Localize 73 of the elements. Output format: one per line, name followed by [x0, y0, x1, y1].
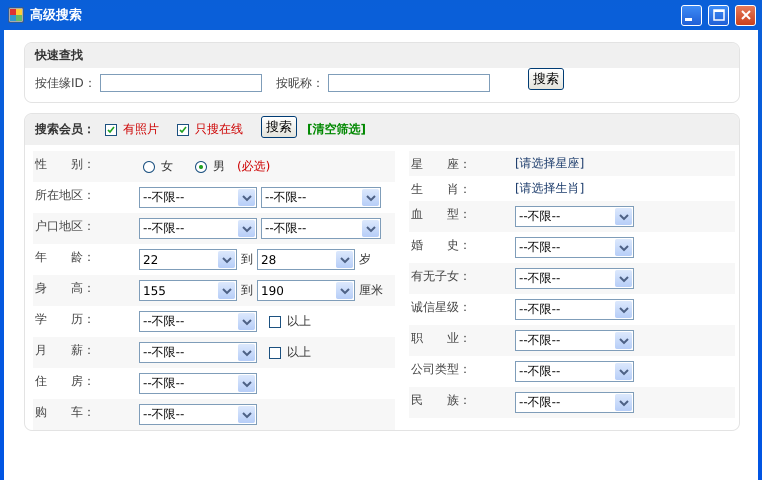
dropdown[interactable]: --不限-- — [515, 299, 634, 320]
field-label: 学 历： — [34, 311, 96, 328]
dropdown[interactable]: --不限-- — [139, 218, 257, 239]
dropdown[interactable]: --不限-- — [515, 361, 634, 382]
field-label: 性 别： — [34, 156, 96, 173]
nickname-field[interactable] — [328, 74, 490, 92]
maximize-button[interactable] — [708, 4, 729, 26]
field-label: 有无子女： — [410, 268, 472, 285]
field-label: 生 肖： — [410, 181, 472, 198]
checkbox-label: 以上 — [287, 344, 311, 361]
dropdown[interactable]: --不限-- — [261, 218, 381, 239]
field-label: 年 龄： — [34, 249, 96, 266]
checkbox-label: 只搜在线 — [195, 121, 243, 138]
field-label: 所在地区： — [34, 187, 96, 204]
field-label: 民 族： — [410, 392, 472, 409]
close-button[interactable] — [735, 4, 756, 26]
required-note: (必选) — [237, 158, 270, 175]
field-label: 住 房： — [34, 373, 96, 390]
search-button[interactable]: 搜索 — [528, 68, 564, 90]
window-title: 高级搜索 — [30, 6, 83, 24]
minimize-icon — [685, 18, 692, 20]
choose-link[interactable]: [请选择星座] — [515, 155, 584, 172]
field-label: 婚 史： — [410, 237, 472, 254]
dropdown[interactable]: --不限-- — [515, 392, 634, 413]
field-label: 月 薪： — [34, 342, 96, 359]
option-label: 女 — [161, 158, 173, 175]
clear-filters-link[interactable]: [清空筛选] — [307, 121, 366, 138]
checkbox[interactable] — [177, 124, 189, 136]
field-label: 公司类型： — [410, 361, 472, 378]
field-label: 星 座： — [410, 156, 472, 173]
dropdown[interactable]: --不限-- — [515, 206, 634, 227]
dropdown[interactable]: 190 — [257, 280, 355, 301]
checkbox-label: 有照片 — [123, 121, 159, 138]
range-separator: 到 — [241, 282, 253, 299]
dropdown[interactable]: 155 — [139, 280, 237, 301]
checkbox-label: 以上 — [287, 313, 311, 330]
dropdown[interactable]: --不限-- — [515, 268, 634, 289]
dropdown[interactable]: 28 — [257, 249, 355, 270]
field-label: 户口地区： — [34, 218, 96, 235]
checkbox[interactable] — [105, 124, 117, 136]
panel-title: 搜索会员： — [35, 121, 95, 138]
option-label: 男 — [213, 158, 225, 175]
dropdown[interactable]: 22 — [139, 249, 237, 270]
close-icon — [740, 9, 752, 21]
choose-link[interactable]: [请选择生肖] — [515, 180, 584, 197]
minimize-button[interactable] — [681, 4, 702, 26]
field-label: 身 高： — [34, 280, 96, 297]
field-label: 按佳缘ID： — [35, 74, 96, 92]
dropdown[interactable]: --不限-- — [139, 187, 257, 208]
search-button[interactable]: 搜索 — [261, 116, 297, 138]
checkbox[interactable] — [269, 316, 281, 328]
panel-title: 快速查找 — [35, 47, 83, 64]
app-icon — [8, 7, 24, 23]
dropdown[interactable]: --不限-- — [139, 404, 257, 425]
field-label: 诚信星级： — [410, 299, 472, 316]
range-separator: 到 — [241, 251, 253, 268]
maximize-icon — [712, 9, 724, 21]
dropdown[interactable]: --不限-- — [139, 311, 257, 332]
dropdown[interactable]: --不限-- — [139, 342, 257, 363]
field-label: 职 业： — [410, 330, 472, 347]
radio-button[interactable] — [143, 160, 155, 172]
radio-button[interactable] — [195, 160, 207, 172]
field-label: 购 车： — [34, 404, 96, 421]
field-label: 按昵称： — [276, 74, 324, 92]
field-label: 血 型： — [410, 206, 472, 223]
id-field[interactable] — [100, 74, 262, 92]
unit-label: 岁 — [359, 251, 371, 268]
unit-label: 厘米 — [359, 282, 383, 299]
checkbox[interactable] — [269, 346, 281, 358]
dropdown[interactable]: --不限-- — [261, 187, 381, 208]
dropdown[interactable]: --不限-- — [515, 237, 634, 258]
dropdown[interactable]: --不限-- — [515, 330, 634, 351]
dropdown[interactable]: --不限-- — [139, 373, 257, 394]
